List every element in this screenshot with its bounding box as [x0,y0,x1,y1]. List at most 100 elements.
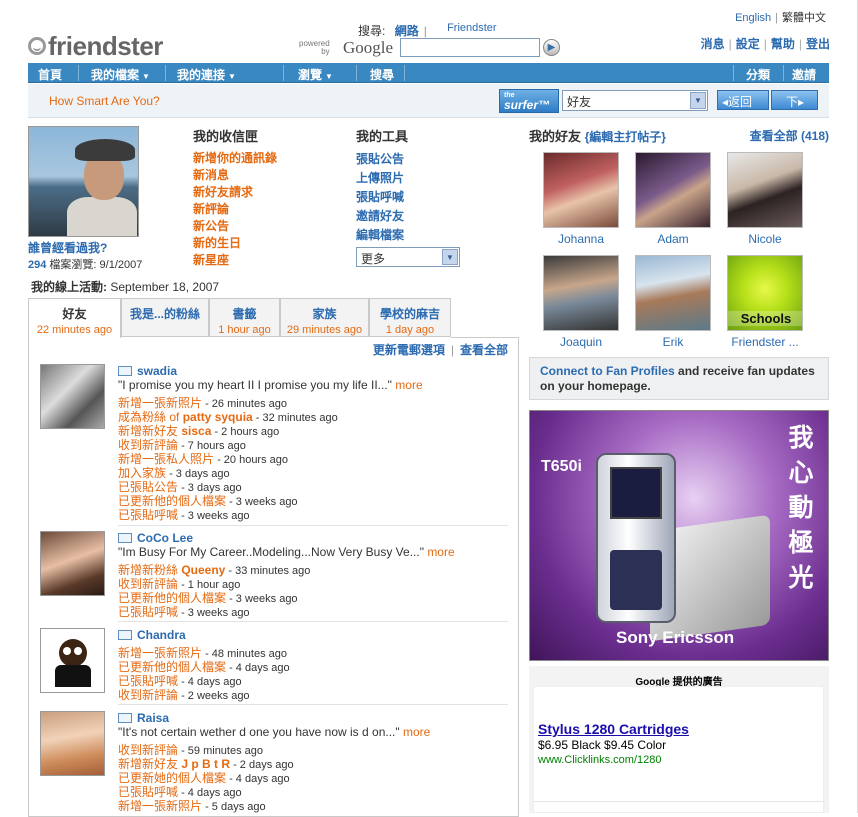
tools-item[interactable]: 編輯檔案 [356,226,404,243]
nav-connections[interactable]: 我的連接 ▼ [177,66,236,83]
search-input[interactable] [400,38,540,57]
friend-name-link[interactable]: Chandra [137,628,186,642]
envelope-icon[interactable] [118,713,132,723]
ad-model: T650i [541,458,582,475]
more-tools-select[interactable]: 更多 ▼ [356,247,460,267]
inbox-item[interactable]: 新好友請求 [193,183,253,200]
inbox-item[interactable]: 新公告 [193,217,229,234]
feed-avatar[interactable] [40,531,105,596]
settings-link[interactable]: 設定 [736,37,760,51]
profile-avatar[interactable] [28,126,139,237]
nav-home[interactable]: 首頁 [38,66,62,83]
top-links: 消息 | 設定 | 幫助 | 登出 [700,37,830,51]
lang-english-link[interactable]: English [735,12,771,24]
surfer-filter-select[interactable]: 好友 ▼ [562,90,708,111]
friend-name-link[interactable]: CoCo Lee [137,531,193,545]
language-switch: English | 繁體中文 [735,12,826,24]
arrow-right-icon: ▶ [547,42,556,53]
help-link[interactable]: 幫助 [771,37,795,51]
sub-bar: How Smart Are You? the surfer™ 好友 ▼ ◂返回 下▸ [28,84,829,118]
schools-label: Schools [728,311,802,326]
email-options-link[interactable]: 更新電郵選項 [373,343,445,357]
inbox-title: 我的收信匣 [193,129,259,144]
tab-bookmarks[interactable]: 書籤 1 hour ago [209,298,280,337]
logout-link[interactable]: 登出 [806,37,830,51]
quiz-link[interactable]: How Smart Are You? [49,94,160,108]
nav-invite[interactable]: 邀請 [792,66,816,83]
lang-chinese-link[interactable]: 繁體中文 [782,12,826,24]
friend-photo[interactable] [635,152,711,228]
activity-line: 收到新評論 - 2 weeks ago [118,688,250,702]
envelope-icon[interactable] [118,533,132,543]
inbox-item[interactable]: 新星座 [193,251,229,268]
search-friendster-option[interactable]: Friendster [432,22,512,34]
friend-name[interactable]: Adam [633,232,713,246]
ad-headline-link[interactable]: Stylus 1280 Cartridges [538,721,689,737]
friend-card[interactable]: Nicole [725,152,805,246]
tools-item[interactable]: 張貼公告 [356,150,404,167]
feed-entry: Chandra 新增一張新照片 - 48 minutes ago 已更新他的個人… [40,628,510,702]
feed-avatar[interactable] [40,711,105,776]
tab-fans[interactable]: 我是...的粉絲 [121,298,209,337]
nav-browse[interactable]: 瀏覽 ▼ [298,66,333,83]
friend-name[interactable]: Erik [633,335,713,349]
friend-name-link[interactable]: Raisa [137,711,169,725]
nav-search[interactable]: 搜尋 [370,66,394,83]
friend-card[interactable]: Johanna [541,152,621,246]
messages-link[interactable]: 消息 [701,37,725,51]
smiley-icon [28,37,46,55]
friend-photo[interactable] [543,255,619,331]
who-viewed-me-link[interactable]: 誰曾經看過我? [28,239,107,256]
friend-name[interactable]: Nicole [725,232,805,246]
tools-title: 我的工具 [356,129,409,144]
more-link[interactable]: more [427,545,454,559]
tab-friends[interactable]: 好友 22 minutes ago [28,298,121,338]
inbox-item[interactable]: 新消息 [193,166,229,183]
feed-avatar[interactable] [40,364,105,429]
search-go-button[interactable]: ▶ [543,39,560,56]
envelope-icon[interactable] [118,366,132,376]
friend-name[interactable]: Joaquin [541,335,621,349]
search-options: 搜尋: 網路 | Friendster [358,22,497,39]
inbox-item[interactable]: 新評論 [193,200,229,217]
friend-card[interactable]: Adam [633,152,713,246]
nav-profile[interactable]: 我的檔案 ▼ [91,66,150,83]
surfer-logo[interactable]: the surfer™ [499,89,559,113]
back-button[interactable]: ◂返回 [717,90,769,110]
friend-card[interactable]: Schools Friendster ... [725,255,805,349]
friend-name[interactable]: Johanna [541,232,621,246]
nav-classifieds[interactable]: 分類 [746,66,770,83]
friend-photo[interactable] [635,255,711,331]
friend-card[interactable]: Joaquin [541,255,621,349]
tab-school[interactable]: 學校的麻吉 1 day ago [369,298,451,337]
sony-ericsson-ad[interactable]: T650i 我心動極光 Sony Ericsson [529,410,829,661]
profile-views: 294 檔案瀏覽: 9/1/2007 [28,259,143,271]
friend-photo[interactable] [543,152,619,228]
next-button[interactable]: 下▸ [771,90,818,110]
feed-view-all-link[interactable]: 查看全部 [460,343,508,357]
edit-top-friends-link[interactable]: {編輯主打帖子} [585,130,666,144]
tools-item[interactable]: 上傳照片 [356,169,404,186]
friends-view-all-link[interactable]: 查看全部 (418) [750,127,829,144]
chevron-down-icon: ▼ [690,92,706,109]
tab-family[interactable]: 家族 29 minutes ago [280,298,369,337]
more-link[interactable]: more [403,725,430,739]
envelope-icon[interactable] [118,630,132,640]
inbox-item[interactable]: 新增你的通訊錄 [193,149,277,166]
friend-name-link[interactable]: swadia [137,364,177,378]
inbox-item[interactable]: 新的生日 [193,234,241,251]
search-web-option[interactable]: 網路 [395,24,419,38]
more-link[interactable]: more [395,378,422,392]
ad-url[interactable]: www.Clicklinks.com/1280 [538,754,661,766]
friendster-logo[interactable]: friendster [28,31,163,62]
chevron-down-icon: ▼ [442,249,458,265]
tools-item[interactable]: 邀請好友 [356,207,404,224]
tools-item[interactable]: 張貼呼喊 [356,188,404,205]
friend-photo[interactable] [727,152,803,228]
fan-profiles-link[interactable]: Connect to Fan Profiles [540,364,675,378]
friend-card[interactable]: Erik [633,255,713,349]
feed-entry: CoCo Lee "Im Busy For My Career..Modelin… [40,531,510,621]
feed-avatar[interactable] [40,628,105,693]
friend-photo[interactable]: Schools [727,255,803,331]
friend-name[interactable]: Friendster ... [725,335,805,349]
